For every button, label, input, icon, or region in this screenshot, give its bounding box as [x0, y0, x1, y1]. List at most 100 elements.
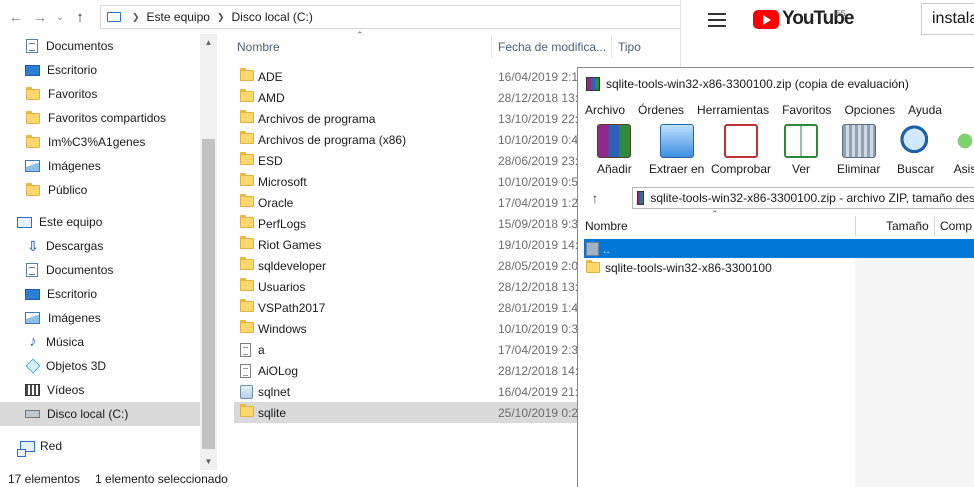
- recent-locations-chevron-icon[interactable]: ⌄: [52, 0, 68, 34]
- nav-item-publico[interactable]: Público: [0, 178, 200, 202]
- nav-item-documentos[interactable]: Documentos: [0, 34, 200, 58]
- drive-icon: [25, 410, 40, 418]
- nav-item-escritorio-pc[interactable]: Escritorio: [0, 282, 200, 306]
- nav-label: Música: [46, 335, 85, 349]
- title-bar[interactable]: sqlite-tools-win32-x86-3300100.zip (copi…: [578, 68, 974, 100]
- hamburger-menu-icon[interactable]: [708, 13, 726, 31]
- nav-item-videos[interactable]: Vídeos: [0, 378, 200, 402]
- archive-path-field[interactable]: sqlite-tools-win32-x86-3300100.zip - arc…: [632, 187, 974, 209]
- path-bar: ↑ sqlite-tools-win32-x86-3300100.zip - a…: [578, 184, 974, 212]
- column-header-name[interactable]: Nombre: [585, 216, 628, 236]
- database-file-icon: [240, 385, 253, 399]
- column-divider[interactable]: [934, 216, 935, 236]
- column-divider[interactable]: [855, 216, 856, 236]
- list-item-parent[interactable]: ..: [584, 239, 974, 258]
- nav-label: Documentos: [46, 39, 114, 53]
- column-header-name[interactable]: Nombre: [237, 34, 280, 60]
- breadcrumb[interactable]: ❯ Este equipo ❯ Disco local (C:): [100, 5, 680, 29]
- nav-item-descargas[interactable]: ⇩ Descargas: [0, 234, 200, 258]
- menu-favoritos[interactable]: Favoritos: [782, 103, 831, 117]
- nav-item-imagenes-encoded[interactable]: Im%C3%A1genes: [0, 130, 200, 154]
- menu-ayuda[interactable]: Ayuda: [908, 103, 942, 117]
- tool-label: Extraer en: [649, 162, 705, 176]
- view-button[interactable]: Ver: [784, 124, 818, 180]
- breadcrumb-local-disk[interactable]: Disco local (C:): [231, 10, 312, 24]
- column-header-date[interactable]: Fecha de modifica...: [498, 34, 606, 60]
- nav-item-documentos-pc[interactable]: Documentos: [0, 258, 200, 282]
- back-button[interactable]: ←: [4, 0, 28, 34]
- folder-icon: [240, 110, 254, 123]
- file-name: VSPath2017: [258, 300, 326, 315]
- file-date: 15/09/2018 9:3: [498, 216, 579, 231]
- add-button[interactable]: Añadir: [597, 124, 632, 180]
- up-button[interactable]: ↑: [68, 0, 92, 34]
- up-one-level-icon[interactable]: ↑: [582, 186, 608, 210]
- column-divider[interactable]: [611, 36, 612, 58]
- youtube-browser-header: YouTube ES instala: [680, 0, 974, 67]
- nav-item-red[interactable]: Red: [0, 434, 200, 458]
- search-input[interactable]: instala: [921, 3, 974, 35]
- nav-item-imagenes-pc[interactable]: Imágenes: [0, 306, 200, 330]
- nav-item-objetos-3d[interactable]: Objetos 3D: [0, 354, 200, 378]
- find-button[interactable]: Buscar: [897, 124, 934, 180]
- nav-item-escritorio[interactable]: Escritorio: [0, 58, 200, 82]
- folder-icon: [240, 152, 254, 165]
- folder-icon: [240, 404, 254, 417]
- nav-item-favoritos[interactable]: Favoritos: [0, 82, 200, 106]
- column-header-size[interactable]: Tamaño: [886, 216, 929, 236]
- file-date: 16/04/2019 21:: [498, 384, 579, 399]
- file-date: 10/10/2019 0:5: [498, 174, 579, 189]
- file-icon: [240, 343, 251, 357]
- music-icon: ♪: [29, 333, 37, 350]
- nav-item-este-equipo[interactable]: Este equipo: [0, 210, 200, 234]
- documents-icon: [26, 39, 38, 53]
- archive-path-text: sqlite-tools-win32-x86-3300100.zip - arc…: [650, 191, 974, 205]
- nav-label: Escritorio: [47, 287, 98, 301]
- column-divider[interactable]: [491, 36, 492, 58]
- menu-ordenes[interactable]: Órdenes: [638, 103, 684, 117]
- column-header-type[interactable]: Tipo: [618, 34, 641, 60]
- folder-icon: [240, 299, 254, 312]
- column-header-compressed[interactable]: Comp: [940, 216, 972, 236]
- file-name: Archivos de programa (x86): [258, 132, 407, 147]
- file-date: 17/04/2019 1:2: [498, 195, 579, 210]
- test-button[interactable]: Comprobar: [711, 124, 771, 180]
- item-count: 17 elementos: [8, 471, 81, 486]
- nav-item-favoritos-compartidos[interactable]: Favoritos compartidos: [0, 106, 200, 130]
- file-name: ESD: [258, 153, 283, 168]
- tool-label: Comprobar: [711, 162, 772, 176]
- videos-icon: [25, 384, 40, 396]
- breadcrumb-this-pc[interactable]: Este equipo: [147, 10, 210, 24]
- file-name: ADE: [258, 69, 283, 84]
- menu-archivo[interactable]: Archivo: [585, 103, 625, 117]
- scrollbar-thumb[interactable]: [202, 139, 215, 449]
- tool-label: Ver: [791, 162, 810, 176]
- file-date: 13/10/2019 22:: [498, 111, 579, 126]
- nav-pane-scrollbar[interactable]: ▲ ▼: [200, 34, 217, 470]
- nav-label: Vídeos: [47, 383, 85, 397]
- view-book-icon: [784, 124, 818, 158]
- menu-bar: Archivo Órdenes Herramientas Favoritos O…: [578, 100, 974, 120]
- nav-label: Favoritos compartidos: [48, 111, 167, 125]
- nav-item-disco-local[interactable]: Disco local (C:): [0, 402, 200, 426]
- forward-button[interactable]: →: [28, 0, 52, 34]
- wizard-button[interactable]: Asis: [948, 124, 974, 180]
- tool-label: Buscar: [897, 162, 935, 176]
- folder-icon: [240, 68, 254, 81]
- nav-item-imagenes[interactable]: Imágenes: [0, 154, 200, 178]
- region-code: ES: [835, 9, 846, 18]
- file-name: Archivos de programa: [258, 111, 376, 126]
- this-pc-icon: [107, 12, 121, 22]
- scroll-down-icon[interactable]: ▼: [200, 453, 217, 470]
- list-item-folder[interactable]: sqlite-tools-win32-x86-3300100: [584, 258, 974, 277]
- menu-opciones[interactable]: Opciones: [844, 103, 895, 117]
- nav-item-musica[interactable]: ♪ Música: [0, 330, 200, 354]
- scroll-up-icon[interactable]: ▲: [200, 34, 217, 51]
- file-date: 10/10/2019 0:4: [498, 132, 579, 147]
- file-date: 28/06/2019 23:: [498, 153, 579, 168]
- youtube-play-icon: [753, 9, 779, 29]
- extract-button[interactable]: Extraer en: [649, 124, 704, 180]
- sort-ascending-icon: ⌃: [711, 209, 719, 219]
- menu-herramientas[interactable]: Herramientas: [697, 103, 769, 117]
- delete-button[interactable]: Eliminar: [837, 124, 880, 180]
